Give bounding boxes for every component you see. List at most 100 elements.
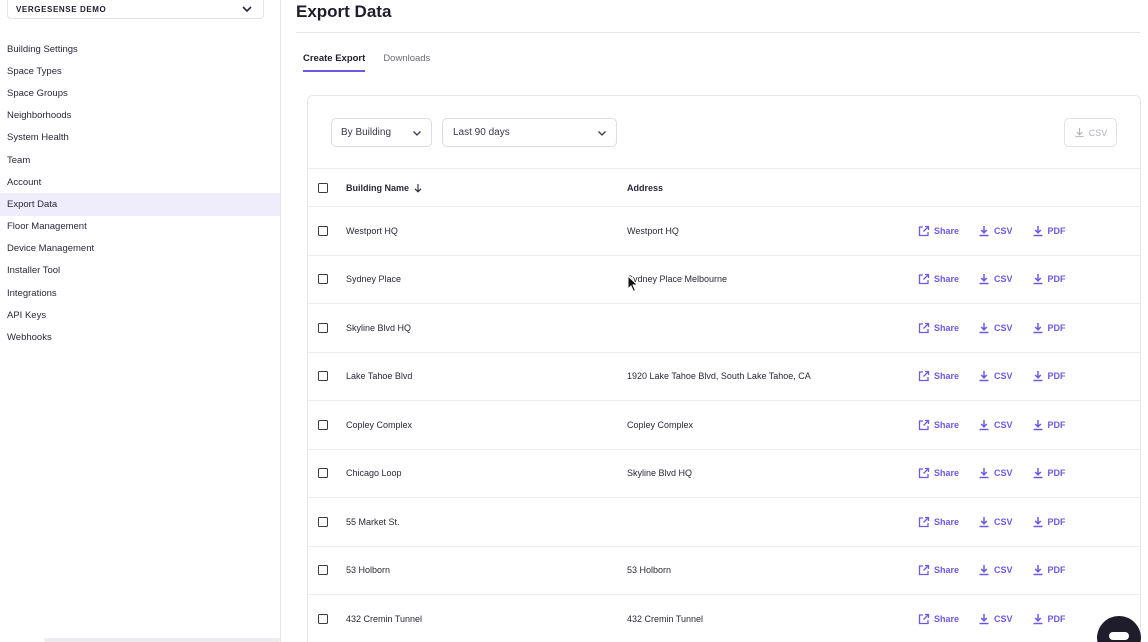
main-content: Export Data Create Export Downloads By B… (281, 0, 1148, 642)
scrollbar[interactable] (44, 638, 280, 642)
pdf-download-button[interactable]: PDF (1032, 467, 1066, 479)
csv-download-button[interactable]: CSV (978, 273, 1013, 285)
row-checkbox[interactable] (318, 274, 328, 285)
building-name: Lake Tahoe Blvd (346, 371, 413, 382)
table-row: Copley Complex Copley Complex Share CSV PDF (308, 401, 1141, 450)
pdf-download-button[interactable]: PDF (1032, 225, 1066, 237)
row-checkbox[interactable] (318, 225, 328, 236)
chevron-down-icon (413, 130, 421, 136)
share-button[interactable]: Share (918, 613, 959, 625)
share-icon (918, 419, 930, 430)
sidebar-item-system-health[interactable]: System Health (0, 127, 280, 149)
building-address: Copley Complex (627, 419, 694, 430)
sidebar-item-space-groups[interactable]: Space Groups (0, 82, 280, 104)
csv-download-button[interactable]: CSV (978, 419, 1013, 431)
pdf-download-button[interactable]: PDF (1032, 564, 1066, 576)
download-icon (1033, 565, 1043, 576)
tab-create-export[interactable]: Create Export (303, 50, 366, 72)
column-building-name[interactable]: Building Name (346, 183, 423, 193)
sidebar-item-export-data[interactable]: Export Data (0, 193, 280, 216)
row-checkbox[interactable] (318, 468, 328, 479)
share-button[interactable]: Share (918, 564, 959, 576)
sidebar-item-device-management[interactable]: Device Management (0, 238, 280, 260)
pdf-download-button[interactable]: PDF (1032, 516, 1066, 528)
pdf-label: PDF (1047, 225, 1066, 236)
building-address: Skyline Blvd HQ (627, 468, 693, 479)
sidebar: VERGESENSE DEMO Building Settings Space T… (0, 0, 281, 642)
share-label: Share (934, 565, 960, 576)
sidebar-item-floor-management[interactable]: Floor Management (0, 216, 280, 238)
table-row: Sydney Place Sydney Place Melbourne Share C… (308, 256, 1141, 304)
csv-label: CSV (994, 468, 1013, 479)
csv-label: CSV (994, 516, 1013, 527)
csv-download-button[interactable]: CSV (978, 613, 1013, 625)
sidebar-item-neighborhoods[interactable]: Neighborhoods (0, 105, 280, 127)
share-label: Share (934, 468, 960, 479)
pdf-label: PDF (1047, 613, 1066, 624)
pdf-download-button[interactable]: PDF (1032, 419, 1066, 431)
pdf-download-button[interactable]: PDF (1032, 273, 1066, 285)
csv-label: CSV (994, 322, 1013, 333)
share-button[interactable]: Share (918, 322, 959, 334)
pdf-label: PDF (1047, 322, 1066, 333)
pdf-label: PDF (1047, 419, 1066, 430)
select-all-checkbox[interactable] (318, 182, 328, 193)
csv-download-button[interactable]: CSV (978, 564, 1013, 576)
bulk-csv-label: CSV (1088, 127, 1108, 138)
csv-download-button[interactable]: CSV (978, 322, 1013, 334)
building-name: 432 Cremin Tunnel (346, 613, 423, 624)
sidebar-item-team[interactable]: Team (0, 149, 280, 171)
share-button[interactable]: Share (918, 516, 959, 528)
sidebar-item-webhooks[interactable]: Webhooks (0, 326, 280, 348)
buildings-table: Building Name Address Westport HQ Westpor… (308, 168, 1141, 642)
share-icon (918, 225, 930, 236)
download-icon (1033, 468, 1043, 479)
tab-downloads[interactable]: Downloads (383, 50, 430, 72)
export-card: By Building Last 90 days CSV Building Na… (307, 95, 1141, 642)
row-checkbox[interactable] (318, 516, 328, 527)
pdf-download-button[interactable]: PDF (1032, 322, 1066, 334)
row-checkbox[interactable] (318, 371, 328, 382)
row-actions: Share CSV PDF (918, 613, 1085, 625)
date-range-select[interactable]: Last 90 days (442, 118, 617, 147)
csv-label: CSV (994, 371, 1013, 382)
row-checkbox[interactable] (318, 419, 328, 430)
bulk-csv-button[interactable]: CSV (1064, 118, 1117, 147)
sidebar-item-building-settings[interactable]: Building Settings (0, 38, 280, 60)
sidebar-item-installer-tool[interactable]: Installer Tool (0, 260, 280, 282)
sidebar-item-space-types[interactable]: Space Types (0, 60, 280, 82)
table-row: Skyline Blvd HQ Share CSV PDF (308, 304, 1141, 353)
share-icon (918, 468, 930, 479)
share-button[interactable]: Share (918, 225, 959, 237)
grouping-select[interactable]: By Building (331, 118, 432, 147)
share-button[interactable]: Share (918, 370, 959, 382)
pdf-download-button[interactable]: PDF (1032, 613, 1066, 625)
share-label: Share (934, 371, 960, 382)
share-button[interactable]: Share (918, 419, 959, 431)
table-row: 55 Market St. Share CSV PDF (308, 498, 1141, 547)
table-row: Chicago Loop Skyline Blvd HQ Share CSV PDF (308, 450, 1141, 498)
row-actions: Share CSV PDF (918, 225, 1085, 237)
row-actions: Share CSV PDF (918, 419, 1085, 431)
csv-download-button[interactable]: CSV (978, 225, 1013, 237)
sort-arrow-down-icon (414, 183, 422, 193)
building-address: Sydney Place Melbourne (627, 274, 728, 285)
sidebar-item-integrations[interactable]: Integrations (0, 282, 280, 304)
share-button[interactable]: Share (918, 467, 959, 479)
row-checkbox[interactable] (318, 613, 328, 624)
sidebar-item-account[interactable]: Account (0, 171, 280, 193)
csv-download-button[interactable]: CSV (978, 516, 1013, 528)
share-button[interactable]: Share (918, 273, 959, 285)
table-body: Westport HQ Westport HQ Share CSV PDF Sydney … (308, 207, 1141, 642)
sidebar-nav: Building Settings Space Types Space Groups… (0, 38, 280, 349)
row-checkbox[interactable] (318, 565, 328, 576)
pdf-download-button[interactable]: PDF (1032, 370, 1066, 382)
csv-label: CSV (994, 274, 1013, 285)
csv-label: CSV (994, 419, 1013, 430)
csv-download-button[interactable]: CSV (978, 370, 1013, 382)
row-checkbox[interactable] (318, 322, 328, 333)
csv-download-button[interactable]: CSV (978, 467, 1013, 479)
sidebar-item-api-keys[interactable]: API Keys (0, 304, 280, 326)
download-icon (979, 613, 989, 624)
org-selector[interactable]: VERGESENSE DEMO (7, 0, 264, 19)
